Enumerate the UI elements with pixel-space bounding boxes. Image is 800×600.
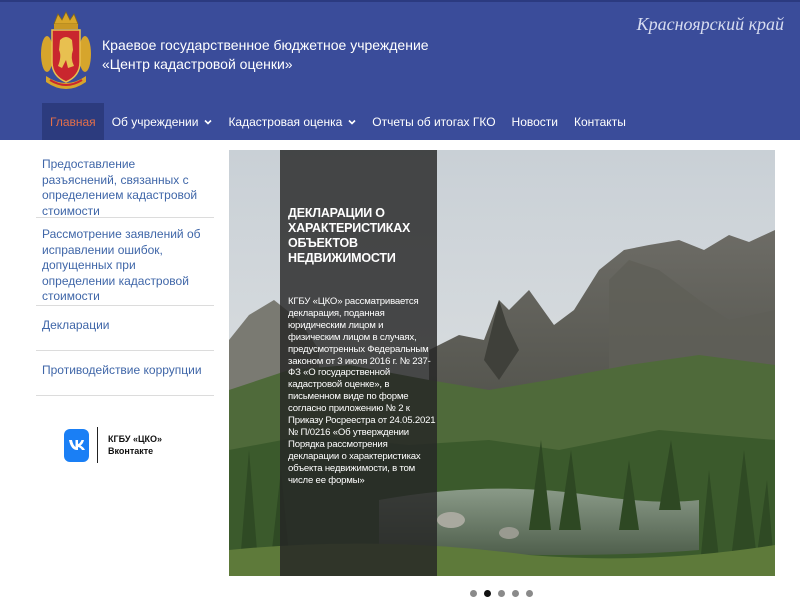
hero-slider[interactable]: ДЕКЛАРАЦИИ О ХАРАКТЕРИСТИКАХ ОБЪЕКТОВ НЕ… bbox=[229, 150, 775, 576]
slider-dot[interactable] bbox=[512, 590, 519, 597]
nav-item-cadastral-valuation[interactable]: Кадастровая оценка bbox=[220, 103, 364, 140]
slide-text: КГБУ «ЦКО» рассматривается декларация, п… bbox=[288, 296, 436, 486]
sidebar-item-error-correction[interactable]: Рассмотрение заявлений об исправлении ош… bbox=[36, 218, 214, 306]
nav-item-label: Контакты bbox=[573, 114, 626, 129]
nav-item-label: Главная bbox=[50, 114, 96, 129]
nav-item-reports[interactable]: Отчеты об итогах ГКО bbox=[364, 103, 503, 140]
slider-dot[interactable] bbox=[498, 590, 505, 597]
region-title: Красноярский край bbox=[636, 14, 784, 34]
slider-pagination bbox=[470, 590, 540, 597]
nav-item-about[interactable]: Об учреждении bbox=[104, 103, 221, 140]
nav-item-home[interactable]: Главная bbox=[42, 103, 104, 140]
slider-dot[interactable] bbox=[470, 590, 477, 597]
vk-divider bbox=[97, 427, 98, 463]
nav-item-label: Новости bbox=[511, 114, 558, 129]
chevron-down-icon bbox=[348, 119, 356, 125]
organization-name: Краевое государственное бюджетное учрежд… bbox=[102, 36, 429, 74]
sidebar-item-clarifications[interactable]: Предоставление разъяснений, связанных с … bbox=[36, 148, 214, 218]
nav-item-label: Отчеты об итогах ГКО bbox=[372, 114, 496, 129]
nav-item-label: Кадастровая оценка bbox=[228, 114, 343, 129]
main-nav: Главная Об учреждении Кадастровая оценка… bbox=[42, 103, 634, 140]
header-top-border bbox=[0, 0, 800, 2]
org-name-line1: Краевое государственное бюджетное учрежд… bbox=[102, 37, 429, 53]
vk-link[interactable]: КГБУ «ЦКО» Вконтакте bbox=[64, 426, 204, 464]
sidebar-item-declarations[interactable]: Декларации bbox=[36, 306, 214, 351]
site-header: Краевое государственное бюджетное учрежд… bbox=[0, 0, 800, 140]
chevron-down-icon bbox=[204, 119, 213, 125]
slider-dot-active[interactable] bbox=[484, 590, 491, 597]
slide-caption: ДЕКЛАРАЦИИ О ХАРАКТЕРИСТИКАХ ОБЪЕКТОВ НЕ… bbox=[280, 150, 437, 576]
nav-item-label: Об учреждении bbox=[111, 114, 199, 129]
nav-item-news[interactable]: Новости bbox=[504, 103, 566, 140]
vk-glyph-icon bbox=[68, 440, 85, 450]
slide-title: ДЕКЛАРАЦИИ О ХАРАКТЕРИСТИКАХ ОБЪЕКТОВ НЕ… bbox=[288, 206, 411, 265]
vk-label-line2: Вконтакте bbox=[108, 446, 154, 456]
sidebar: Предоставление разъяснений, связанных с … bbox=[36, 148, 214, 396]
org-name-line2: «Центр кадастровой оценки» bbox=[102, 56, 293, 72]
slider-dot[interactable] bbox=[526, 590, 533, 597]
sidebar-item-anti-corruption[interactable]: Противодействие коррупции bbox=[36, 351, 214, 396]
vk-icon bbox=[64, 428, 89, 462]
krasnoyarsk-coat-of-arms-icon[interactable] bbox=[40, 10, 92, 94]
nav-item-contacts[interactable]: Контакты bbox=[566, 103, 634, 140]
vk-label: КГБУ «ЦКО» Вконтакте bbox=[108, 433, 162, 457]
vk-label-line1: КГБУ «ЦКО» bbox=[108, 434, 163, 444]
